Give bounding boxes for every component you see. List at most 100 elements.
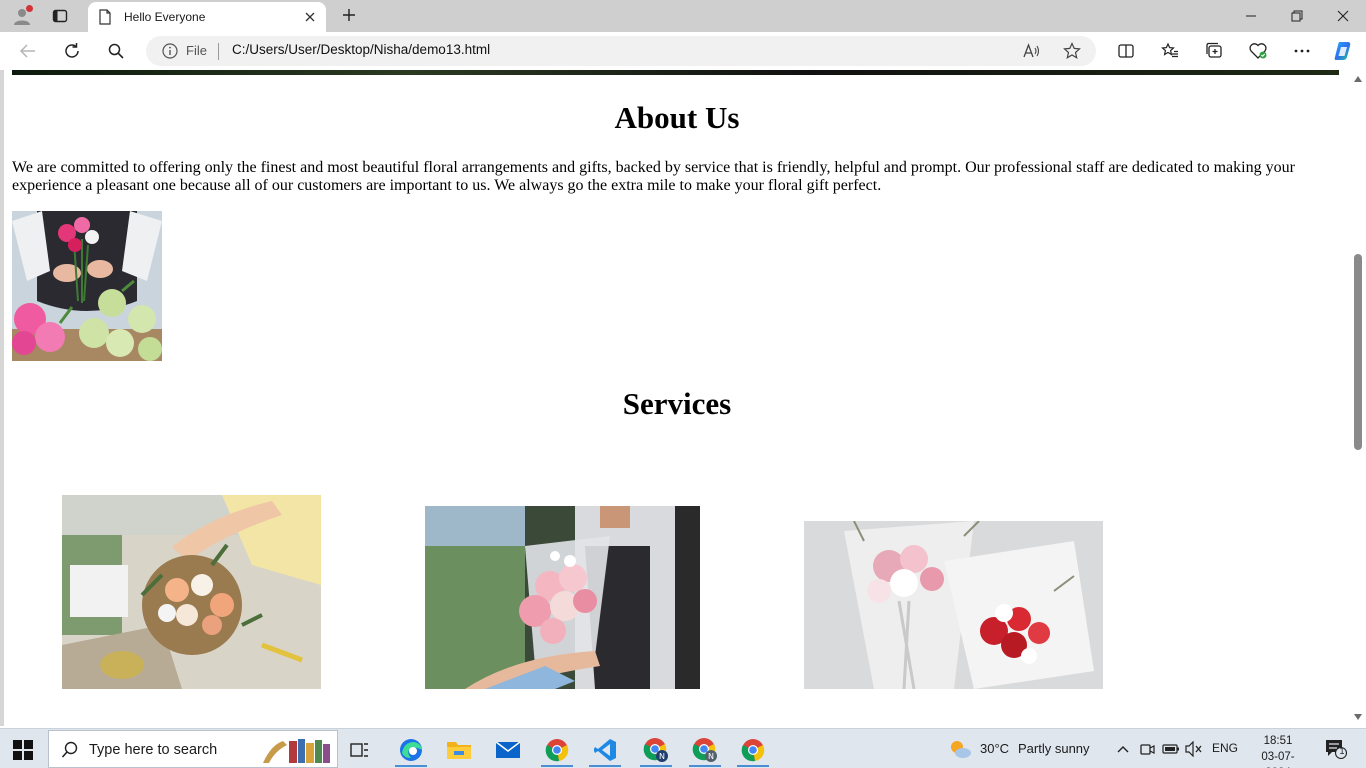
- battery-button[interactable]: [1162, 740, 1180, 758]
- service-image-bouquets: [804, 521, 1103, 689]
- services-heading: Services: [622, 386, 732, 421]
- weather-partly-sunny-icon[interactable]: [948, 738, 972, 760]
- profile-avatar[interactable]: [10, 4, 34, 28]
- device-icon: [1140, 744, 1155, 755]
- service-image-delivery: [425, 506, 700, 689]
- about-heading: About Us: [614, 100, 740, 135]
- task-view-button[interactable]: [340, 733, 380, 767]
- browser-window: Hello Everyone File C:/Users/User/Deskto…: [0, 0, 1366, 768]
- scroll-up-arrow-icon[interactable]: [1353, 74, 1363, 84]
- browser-essentials-button[interactable]: [1246, 39, 1270, 63]
- star-icon: [1063, 42, 1081, 60]
- search-highlight-books-icon: [263, 739, 330, 763]
- svg-text:N: N: [708, 752, 714, 761]
- heart-pulse-icon: [1249, 43, 1267, 59]
- system-clock[interactable]: 18:51 03-07-2024: [1250, 733, 1306, 768]
- search-icon: [108, 43, 124, 59]
- tab-actions-button[interactable]: [48, 4, 72, 28]
- mail-icon: [495, 741, 521, 758]
- chrome-icon: [545, 739, 569, 762]
- restore-button[interactable]: [1274, 0, 1320, 32]
- copilot-icon: [1334, 42, 1351, 60]
- banner-image-bottom-edge: [12, 70, 1339, 75]
- info-icon[interactable]: [162, 43, 178, 59]
- address-scheme: File: [186, 43, 207, 58]
- favorites-icon: [1161, 42, 1178, 58]
- read-aloud-icon: [1023, 43, 1040, 58]
- taskbar-chrome-2[interactable]: [733, 733, 773, 767]
- page-viewport: About Us We are committed to offering on…: [0, 70, 1366, 726]
- close-icon: [1337, 10, 1349, 22]
- address-url[interactable]: C:/Users/User/Desktop/Nisha/demo13.html: [232, 42, 490, 57]
- taskbar-chrome[interactable]: [537, 733, 577, 767]
- show-hidden-icons-button[interactable]: [1114, 740, 1132, 758]
- taskbar-chrome-profile-n1[interactable]: N: [636, 733, 676, 767]
- new-tab-button[interactable]: [338, 4, 360, 26]
- windows-taskbar: Type here to search N N 30°C Partly sunn…: [0, 728, 1366, 768]
- refresh-icon: [65, 43, 79, 58]
- chevron-up-icon: [1117, 746, 1129, 753]
- task-view-icon: [350, 743, 368, 757]
- chrome-icon: [741, 739, 765, 762]
- more-dots-icon: [1294, 49, 1310, 53]
- favorite-button[interactable]: [1062, 41, 1082, 61]
- favorites-button[interactable]: [1158, 39, 1182, 63]
- taskbar-edge[interactable]: [391, 733, 431, 767]
- scroll-down-arrow-icon[interactable]: [1353, 712, 1363, 722]
- edge-icon: [400, 739, 422, 761]
- refresh-button[interactable]: [60, 39, 84, 63]
- weather-description[interactable]: Partly sunny: [1018, 741, 1090, 756]
- restore-icon: [1291, 10, 1303, 22]
- collections-icon: [1206, 42, 1222, 58]
- taskbar-search-box[interactable]: Type here to search: [48, 730, 338, 768]
- taskbar-chrome-profile-n2[interactable]: N: [685, 733, 725, 767]
- meet-now-button[interactable]: [1138, 740, 1156, 758]
- volume-button[interactable]: [1185, 740, 1203, 758]
- tab-strip: Hello Everyone: [0, 0, 1366, 32]
- about-florist-image: [12, 211, 162, 361]
- volume-muted-icon: [1185, 741, 1202, 757]
- taskbar-file-explorer[interactable]: [439, 733, 479, 767]
- copilot-button[interactable]: [1331, 39, 1355, 63]
- input-language[interactable]: ENG: [1212, 741, 1238, 755]
- clock-date: 03-07-2024: [1261, 751, 1295, 768]
- page-icon: [98, 9, 114, 25]
- close-window-button[interactable]: [1320, 0, 1366, 32]
- split-screen-icon: [1118, 44, 1134, 58]
- notification-count: 1: [1339, 746, 1345, 756]
- folder-icon: [447, 742, 471, 759]
- tab-actions-icon: [52, 9, 68, 23]
- back-arrow-icon: [19, 44, 35, 58]
- battery-icon: [1162, 744, 1179, 754]
- weather-temperature[interactable]: 30°C: [980, 741, 1009, 756]
- active-tab[interactable]: Hello Everyone: [88, 2, 326, 32]
- taskbar-vscode[interactable]: [585, 733, 625, 767]
- notification-center-button[interactable]: 1: [1324, 738, 1348, 760]
- back-button[interactable]: [16, 39, 40, 63]
- vscode-icon: [594, 739, 616, 761]
- page-scrollbar[interactable]: [1350, 70, 1366, 726]
- split-screen-button[interactable]: [1114, 39, 1138, 63]
- minimize-button[interactable]: [1228, 0, 1274, 32]
- chrome-profile-icon: N: [692, 738, 717, 762]
- about-paragraph: We are committed to offering only the fi…: [12, 159, 1295, 194]
- scroll-thumb[interactable]: [1354, 254, 1362, 450]
- service-image-arranging: [62, 495, 321, 689]
- tab-close-icon[interactable]: [300, 7, 320, 27]
- address-bar[interactable]: File C:/Users/User/Desktop/Nisha/demo13.…: [146, 36, 1096, 66]
- windows-start-icon[interactable]: [12, 739, 34, 761]
- browser-toolbar: File C:/Users/User/Desktop/Nisha/demo13.…: [0, 32, 1366, 71]
- search-button[interactable]: [104, 39, 128, 63]
- search-icon: [61, 741, 78, 758]
- collections-button[interactable]: [1202, 39, 1226, 63]
- minimize-icon: [1246, 15, 1256, 17]
- svg-text:N: N: [659, 752, 665, 761]
- tab-title: Hello Everyone: [124, 10, 206, 24]
- read-aloud-button[interactable]: [1022, 41, 1042, 61]
- chrome-profile-icon: N: [643, 738, 668, 762]
- clock-time: 18:51: [1263, 735, 1293, 747]
- profile-notification-dot: [26, 5, 33, 12]
- settings-more-button[interactable]: [1290, 39, 1314, 63]
- taskbar-mail[interactable]: [488, 733, 528, 767]
- address-separator: [218, 43, 219, 60]
